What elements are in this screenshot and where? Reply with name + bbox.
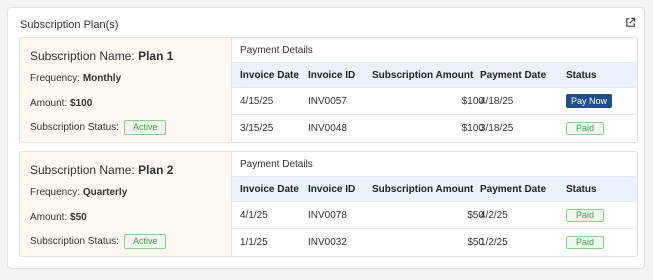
paid-badge: Paid xyxy=(566,122,604,135)
table-header: Invoice Date Invoice ID Subscription Amo… xyxy=(232,176,637,202)
plan-name: Subscription Name: Plan 2 xyxy=(30,163,174,177)
invoice-id: INV0057 xyxy=(308,95,347,107)
invoice-id: INV0078 xyxy=(308,209,347,221)
status-cell: Paid xyxy=(566,229,604,256)
column-header: Status xyxy=(566,183,597,195)
invoice-date: 3/15/25 xyxy=(240,123,274,134)
column-header: Subscription Amount xyxy=(372,183,474,195)
subscription-amount: $100 xyxy=(461,95,484,107)
payment-date: 3/18/25 xyxy=(480,123,514,134)
column-header: Invoice ID xyxy=(308,69,356,81)
plan-amount: Amount: $100 xyxy=(30,98,93,109)
table-header: Invoice Date Invoice ID Subscription Amo… xyxy=(232,62,637,88)
invoice-date: 4/15/25 xyxy=(240,95,274,107)
plan-frequency: Frequency: Monthly xyxy=(30,73,122,84)
payment-details: Payment Details Invoice Date Invoice ID … xyxy=(232,38,637,142)
column-header: Invoice Date xyxy=(240,69,299,81)
invoice-date: 1/1/25 xyxy=(240,237,268,248)
paid-badge: Paid xyxy=(566,208,604,222)
payment-details: Payment Details Invoice Date Invoice ID … xyxy=(232,152,637,256)
subscription-plans-panel: Subscription Plan(s) Subscription Name: … xyxy=(7,7,645,269)
paid-badge: Paid xyxy=(566,236,604,249)
subscription-amount: $50 xyxy=(467,237,484,248)
plan-summary: Subscription Name: Plan 2 Frequency: Qua… xyxy=(20,152,232,256)
table-row: 4/1/25 INV0078 $50 4/2/25 Paid xyxy=(232,202,637,229)
payment-details-title: Payment Details xyxy=(240,45,313,56)
table-row: 1/1/25 INV0032 $50 1/2/25 Paid xyxy=(232,229,637,256)
invoice-date: 4/1/25 xyxy=(240,209,268,221)
plan-status: Subscription Status: Active xyxy=(30,234,167,249)
plan-name: Subscription Name: Plan 1 xyxy=(30,49,174,63)
column-header: Invoice ID xyxy=(308,183,356,195)
status-badge: Active xyxy=(123,120,167,135)
column-header: Status xyxy=(566,69,597,81)
plan-status: Subscription Status: Active xyxy=(30,120,167,135)
payment-date: 1/2/25 xyxy=(480,237,508,248)
status-cell: Pay Now xyxy=(566,88,613,114)
panel-title: Subscription Plan(s) xyxy=(20,19,119,31)
table-row: 4/15/25 INV0057 $100 4/18/25 Pay Now xyxy=(232,88,637,115)
pay-now-button[interactable]: Pay Now xyxy=(566,94,613,108)
subscription-amount: $50 xyxy=(467,209,484,221)
payment-date: 4/2/25 xyxy=(480,209,508,221)
payment-date: 4/18/25 xyxy=(480,95,514,107)
column-header: Payment Date xyxy=(480,183,547,195)
subscription-amount: $100 xyxy=(461,123,484,134)
invoice-id: INV0048 xyxy=(308,123,347,134)
column-header: Payment Date xyxy=(480,69,547,81)
plan-amount: Amount: $50 xyxy=(30,212,87,223)
plan-card: Subscription Name: Plan 2 Frequency: Qua… xyxy=(19,151,638,257)
column-header: Subscription Amount xyxy=(372,69,474,81)
external-link-icon[interactable] xyxy=(625,17,636,28)
status-cell: Paid xyxy=(566,115,604,142)
plan-summary: Subscription Name: Plan 1 Frequency: Mon… xyxy=(20,38,232,142)
plan-frequency: Frequency: Quarterly xyxy=(30,187,128,198)
status-cell: Paid xyxy=(566,202,604,228)
table-row: 3/15/25 INV0048 $100 3/18/25 Paid xyxy=(232,115,637,142)
status-badge: Active xyxy=(123,234,167,249)
column-header: Invoice Date xyxy=(240,183,299,195)
payment-details-title: Payment Details xyxy=(240,159,313,170)
invoice-id: INV0032 xyxy=(308,237,347,248)
plan-card: Subscription Name: Plan 1 Frequency: Mon… xyxy=(19,37,638,143)
